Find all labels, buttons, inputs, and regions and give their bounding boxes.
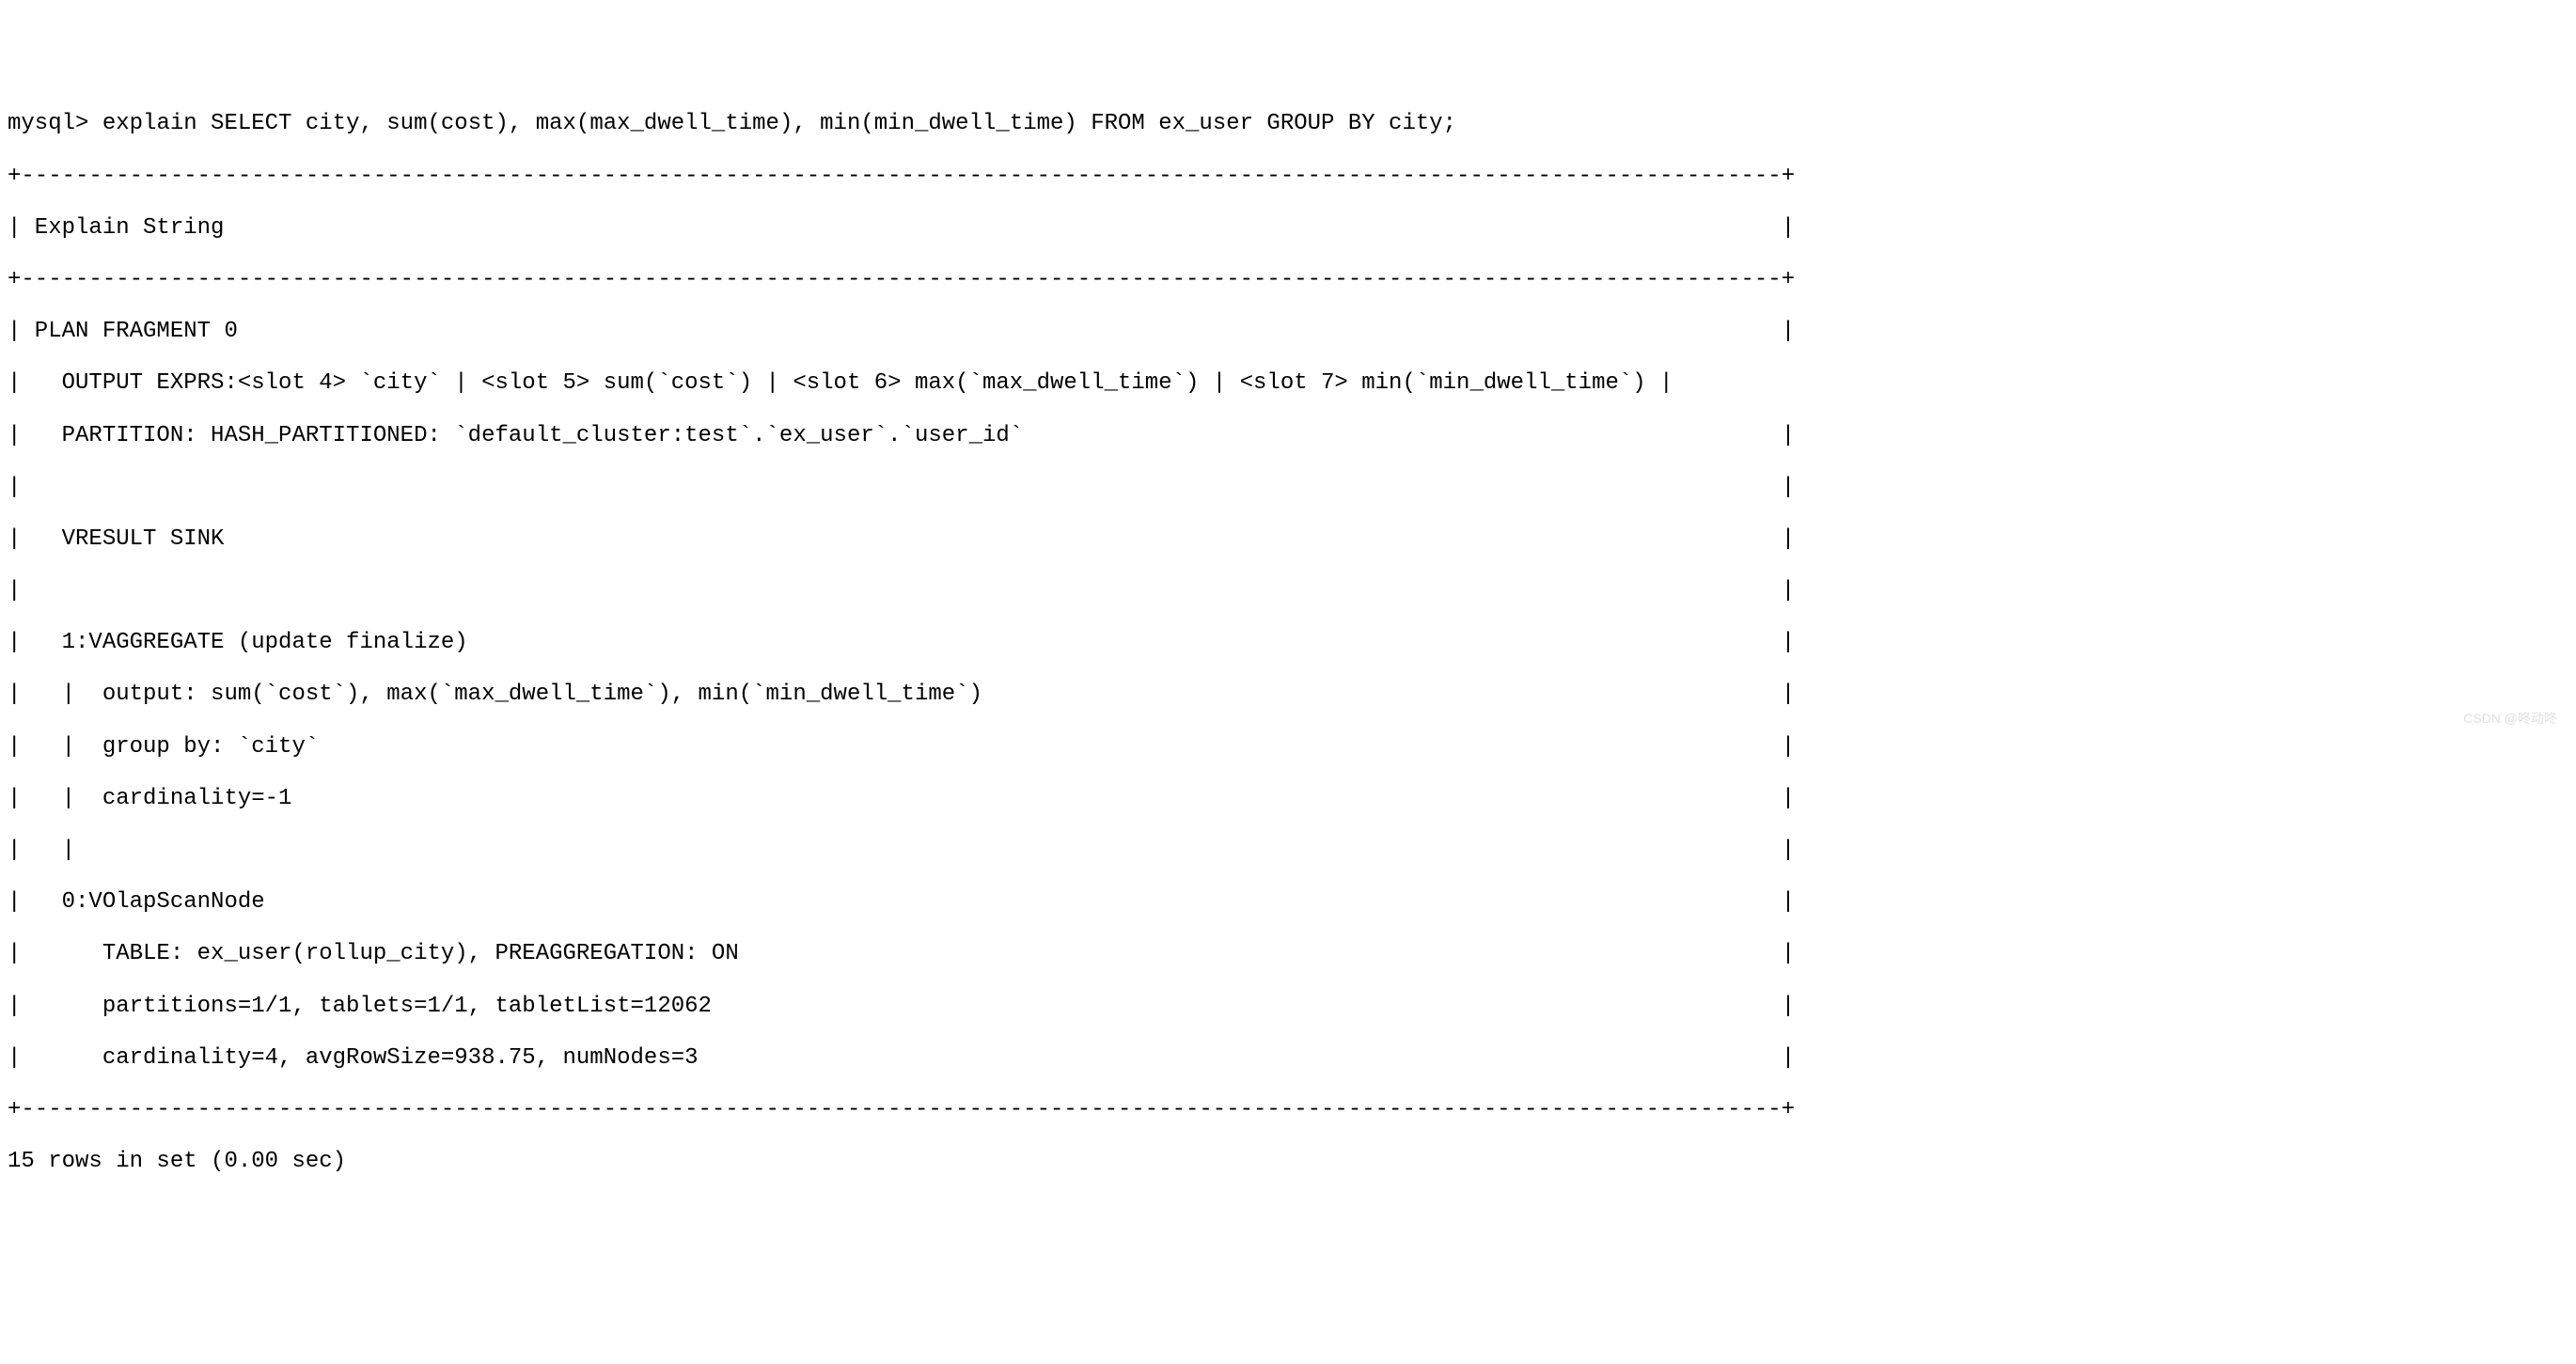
plan-line: | | output: sum(`cost`), max(`max_dwell_…: [8, 682, 2568, 708]
sql-command: explain SELECT city, sum(cost), max(max_…: [102, 111, 1456, 136]
plan-line: | OUTPUT EXPRS:<slot 4> `city` | <slot 5…: [8, 370, 2568, 397]
separator-top: +---------------------------------------…: [8, 164, 2568, 190]
plan-line: | cardinality=4, avgRowSize=938.75, numN…: [8, 1045, 2568, 1072]
separator-bot: +---------------------------------------…: [8, 1097, 2568, 1123]
plan-line: | |: [8, 475, 2568, 501]
plan-line: | VRESULT SINK |: [8, 526, 2568, 553]
command-line: mysql> explain SELECT city, sum(cost), m…: [8, 111, 2568, 137]
mysql-prompt: mysql>: [8, 111, 102, 136]
plan-line: | | group by: `city` |: [8, 734, 2568, 760]
header-row: | Explain String |: [8, 215, 2568, 242]
footer-rowcount: 15 rows in set (0.00 sec): [8, 1149, 2568, 1175]
plan-line: | | cardinality=-1 |: [8, 786, 2568, 812]
separator-mid: +---------------------------------------…: [8, 267, 2568, 293]
plan-line: | TABLE: ex_user(rollup_city), PREAGGREG…: [8, 941, 2568, 967]
watermark-text: CSDN @咚动咚: [2463, 711, 2557, 726]
plan-line: | 1:VAGGREGATE (update finalize) |: [8, 630, 2568, 656]
plan-line: | partitions=1/1, tablets=1/1, tabletLis…: [8, 994, 2568, 1020]
plan-line: | | |: [8, 838, 2568, 864]
plan-line: | PARTITION: HASH_PARTITIONED: `default_…: [8, 423, 2568, 449]
plan-line: | |: [8, 578, 2568, 604]
plan-line: | 0:VOlapScanNode |: [8, 889, 2568, 916]
plan-line: | PLAN FRAGMENT 0 |: [8, 319, 2568, 345]
